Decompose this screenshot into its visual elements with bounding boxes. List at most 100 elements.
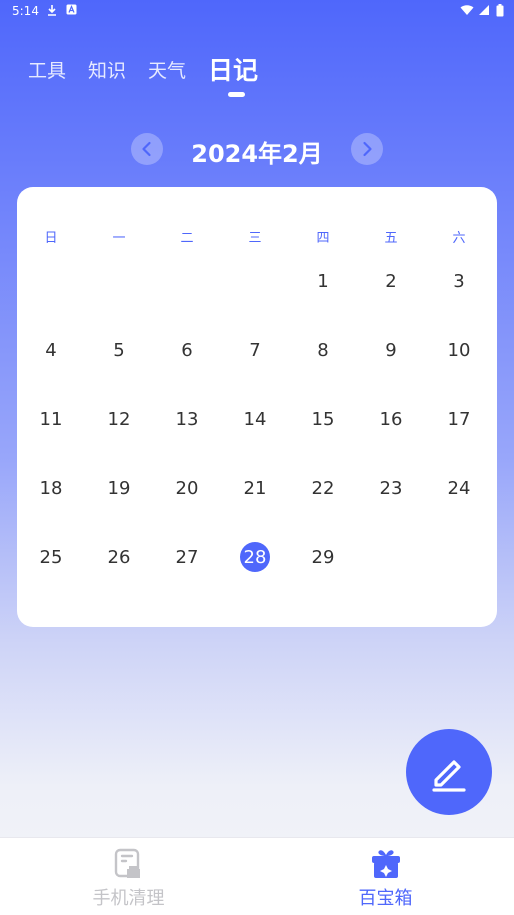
calendar-empty-cell bbox=[221, 263, 289, 299]
calendar-day[interactable]: 4 bbox=[17, 332, 85, 368]
calendar-day-number: 12 bbox=[107, 408, 131, 430]
calendar-day-number: 16 bbox=[379, 408, 403, 430]
calendar-day[interactable]: 25 bbox=[17, 539, 85, 575]
calendar-week-row: 1 2 3 bbox=[17, 263, 497, 332]
weekday-label: 四 bbox=[316, 231, 330, 246]
wifi-icon bbox=[460, 5, 474, 15]
calendar-day[interactable]: 8 bbox=[289, 332, 357, 368]
calendar-day-number: 27 bbox=[175, 546, 199, 568]
edit-pencil-icon bbox=[432, 760, 466, 792]
calendar-day[interactable]: 26 bbox=[85, 539, 153, 575]
calendar-day[interactable]: 12 bbox=[85, 401, 153, 437]
calendar-grid: 1 2 3 4 5 6 7 8 9 10 11 12 13 14 15 16 17 18 19 20 21 22 23 24 2… bbox=[17, 263, 497, 608]
calendar-day-number: 22 bbox=[311, 477, 335, 499]
calendar-day[interactable]: 17 bbox=[425, 401, 493, 437]
nav-treasure-box[interactable]: 百宝箱 bbox=[257, 838, 514, 915]
calendar-day-number: 9 bbox=[385, 339, 397, 361]
calendar-day[interactable]: 9 bbox=[357, 332, 425, 368]
calendar-day-number: 19 bbox=[107, 477, 131, 499]
weekday-label: 一 bbox=[112, 231, 126, 246]
calendar-day-number: 15 bbox=[311, 408, 335, 430]
calendar-day[interactable]: 16 bbox=[357, 401, 425, 437]
nav-label: 百宝箱 bbox=[358, 888, 413, 909]
battery-icon bbox=[496, 4, 504, 17]
calendar-week-row: 11 12 13 14 15 16 17 bbox=[17, 401, 497, 470]
tab-indicator bbox=[228, 92, 245, 97]
calendar-day-number: 7 bbox=[249, 339, 261, 361]
calendar-day-number: 10 bbox=[447, 339, 471, 361]
nav-label: 手机清理 bbox=[92, 888, 165, 909]
calendar-day[interactable]: 2 bbox=[357, 263, 425, 299]
download-icon bbox=[48, 5, 56, 16]
month-header: 2024年2月 bbox=[0, 132, 514, 168]
calendar-day[interactable]: 24 bbox=[425, 470, 493, 506]
calendar-day[interactable]: 29 bbox=[289, 539, 357, 575]
calendar-day-number: 17 bbox=[447, 408, 471, 430]
tab-weather[interactable]: 天气 bbox=[148, 54, 186, 88]
calendar-day-number: 5 bbox=[113, 339, 125, 361]
tab-tools[interactable]: 工具 bbox=[28, 54, 66, 88]
calendar-day[interactable]: 27 bbox=[153, 539, 221, 575]
calendar-day[interactable]: 10 bbox=[425, 332, 493, 368]
calendar-day[interactable]: 21 bbox=[221, 470, 289, 506]
calendar-day-number: 23 bbox=[379, 477, 403, 499]
calendar-day[interactable]: 13 bbox=[153, 401, 221, 437]
calendar-day[interactable]: 7 bbox=[221, 332, 289, 368]
calendar-day[interactable]: 15 bbox=[289, 401, 357, 437]
calendar-day[interactable]: 19 bbox=[85, 470, 153, 506]
calendar-week-row: 18 19 20 21 22 23 24 bbox=[17, 470, 497, 539]
nav-phone-clean[interactable]: 手机清理 bbox=[0, 838, 257, 915]
calendar-day-number: 4 bbox=[45, 339, 57, 361]
calendar-day[interactable]: 3 bbox=[425, 263, 493, 299]
calendar-empty-cell bbox=[17, 263, 85, 299]
calendar-day[interactable]: 18 bbox=[17, 470, 85, 506]
tab-diary[interactable]: 日记 bbox=[208, 54, 258, 88]
calendar-day-number: 26 bbox=[107, 546, 131, 568]
calendar-day-number: 2 bbox=[385, 270, 397, 292]
signal-icon bbox=[479, 5, 489, 15]
calendar-day[interactable]: 11 bbox=[17, 401, 85, 437]
calendar-empty-cell bbox=[425, 539, 493, 575]
weekday-label: 三 bbox=[248, 231, 262, 246]
phone-clean-icon bbox=[114, 848, 140, 878]
calendar-empty-cell bbox=[357, 539, 425, 575]
calendar-day-number: 21 bbox=[243, 477, 267, 499]
calendar-day[interactable]: 14 bbox=[221, 401, 289, 437]
bottom-nav: 手机清理 百宝箱 bbox=[0, 837, 514, 915]
next-month-button[interactable] bbox=[351, 133, 383, 165]
calendar-day[interactable]: 5 bbox=[85, 332, 153, 368]
calendar-day[interactable]: 1 bbox=[289, 263, 357, 299]
calendar-day[interactable]: 23 bbox=[357, 470, 425, 506]
calendar-empty-cell bbox=[85, 263, 153, 299]
calendar-day-number: 1 bbox=[317, 270, 329, 292]
write-diary-button[interactable] bbox=[406, 729, 492, 815]
calendar-week-row: 25 26 27 28 29 bbox=[17, 539, 497, 608]
treasure-box-icon bbox=[371, 850, 400, 878]
calendar-day-selected[interactable]: 28 bbox=[221, 539, 289, 575]
chevron-right-icon bbox=[363, 141, 372, 157]
weekday-label: 日 bbox=[44, 231, 58, 246]
calendar-day[interactable]: 6 bbox=[153, 332, 221, 368]
calendar-day-number: 20 bbox=[175, 477, 199, 499]
calendar-day-number: 28 bbox=[240, 542, 270, 572]
status-bar: 5:14 bbox=[0, 0, 514, 22]
tab-knowledge[interactable]: 知识 bbox=[88, 54, 126, 88]
calendar-week-row: 4 5 6 7 8 9 10 bbox=[17, 332, 497, 401]
calendar-day-number: 6 bbox=[181, 339, 193, 361]
a-icon bbox=[66, 4, 77, 15]
calendar-day-number: 24 bbox=[447, 477, 471, 499]
calendar-empty-cell bbox=[153, 263, 221, 299]
calendar-day[interactable]: 22 bbox=[289, 470, 357, 506]
weekday-label: 二 bbox=[180, 231, 194, 246]
weekday-label: 五 bbox=[384, 231, 398, 246]
month-title: 2024年2月 bbox=[191, 140, 323, 168]
calendar-day-number: 8 bbox=[317, 339, 329, 361]
calendar-day-number: 14 bbox=[243, 408, 267, 430]
calendar-day-number: 11 bbox=[39, 408, 63, 430]
calendar-day[interactable]: 20 bbox=[153, 470, 221, 506]
calendar-day-number: 25 bbox=[39, 546, 63, 568]
calendar-day-number: 13 bbox=[175, 408, 199, 430]
weekday-label: 六 bbox=[452, 231, 466, 246]
calendar-day-number: 3 bbox=[453, 270, 465, 292]
calendar-day-number: 18 bbox=[39, 477, 63, 499]
